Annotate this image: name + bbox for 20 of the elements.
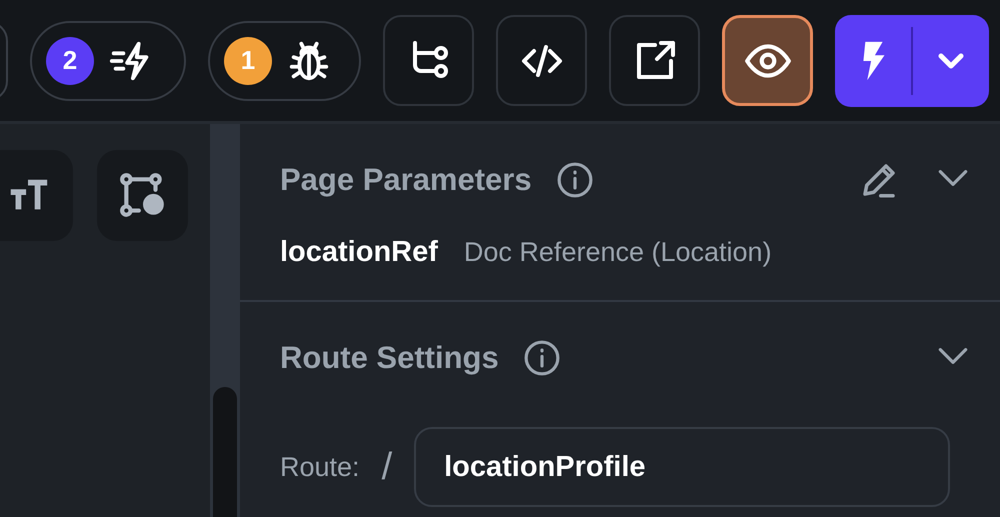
counter-button[interactable]: 2 xyxy=(30,20,186,100)
route-prefix: / xyxy=(382,446,392,488)
parameter-type: Doc Reference (Location) xyxy=(464,237,772,268)
toolbar-button[interactable] xyxy=(609,15,700,106)
section-title: Page Parameters xyxy=(280,162,532,198)
toolbar-button[interactable] xyxy=(496,15,587,106)
info-icon xyxy=(522,339,561,377)
toolbar-button[interactable] xyxy=(383,15,474,106)
tool-tile[interactable] xyxy=(0,150,73,241)
tool-tile[interactable] xyxy=(97,150,188,241)
count-badge: 1 xyxy=(224,36,272,84)
route-field[interactable]: locationProfile xyxy=(414,427,950,507)
run-split-button[interactable] xyxy=(835,14,989,106)
info-icon xyxy=(556,161,594,199)
scrollbar-thumb[interactable] xyxy=(213,387,237,517)
count-badge: 2 xyxy=(46,36,94,84)
route-label: Route: xyxy=(280,452,360,482)
toolbar-button[interactable] xyxy=(722,15,813,106)
section-title: Route Settings xyxy=(280,340,499,376)
parameter-name: locationRef xyxy=(280,236,438,269)
